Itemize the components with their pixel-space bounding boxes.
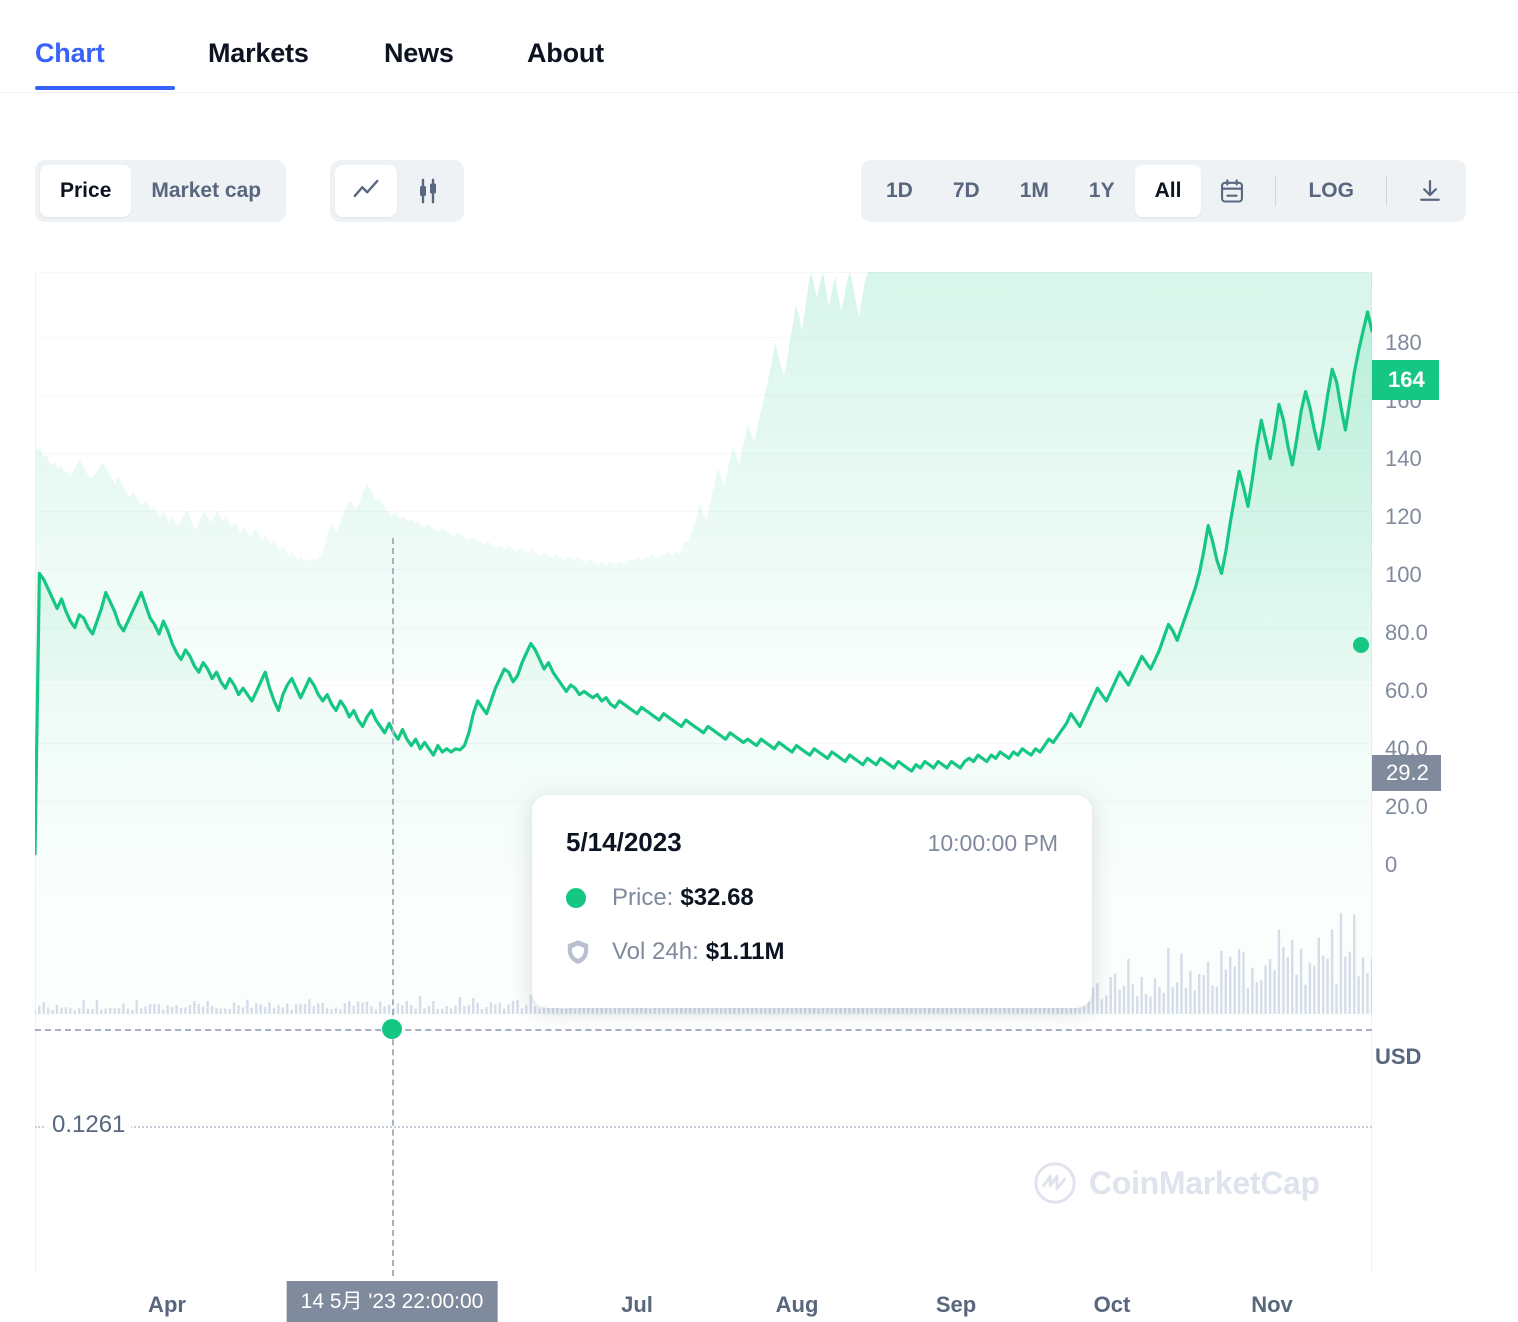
tooltip-volume-row: Vol 24h: $1.11M [566,938,1058,966]
crosshair-date-badge: 14 5月 '23 22:00:00 [286,1281,498,1322]
price-series-dot-icon [566,888,586,908]
ytick-0: 0 [1385,852,1398,877]
ytick-140: 140 [1385,446,1422,471]
min-price-line [35,1126,1372,1128]
tab-active-underline [35,86,175,90]
metric-toggle-group: Price Market cap [35,160,287,222]
xtick-sep: Sep [935,1292,977,1317]
ytick-20: 20.0 [1385,794,1428,819]
candlestick-chart-icon-button[interactable] [397,165,459,217]
chart-type-toggle-group [330,160,464,222]
download-icon [1416,177,1444,205]
price-chart[interactable]: 0.1261 CoinMarketCap Apr Jul Aug Sep Oct… [0,266,1518,1322]
tooltip-volume-label: Vol 24h: [612,938,699,965]
range-all-label: All [1154,179,1182,202]
chart-toolbar: Price Market cap 1D 7D 1M 1Y All LOG [0,160,1518,226]
ytick-180: 180 [1385,330,1422,355]
log-scale-label: LOG [1308,179,1354,202]
tooltip-price-label: Price: [612,884,674,911]
tab-markets[interactable]: Markets [208,0,324,69]
metric-option-market-cap-label: Market cap [151,179,262,202]
xtick-jul: Jul [621,1292,653,1317]
range-1y[interactable]: 1Y [1069,165,1135,217]
xtick-oct: Oct [1093,1292,1131,1317]
metric-option-market-cap[interactable]: Market cap [131,165,281,217]
y-axis: 180 160 140 120 100 80.0 60.0 40.0 20.0 … [1385,266,1518,886]
line-chart-icon [351,176,381,206]
min-price-label: 0.1261 [46,1111,132,1139]
range-1y-label: 1Y [1088,179,1115,202]
tab-chart-label: Chart [35,38,105,68]
candlestick-chart-icon [413,176,443,206]
ytick-120: 120 [1385,504,1422,529]
xtick-aug: Aug [775,1292,819,1317]
range-7d[interactable]: 7D [933,165,1000,217]
tab-chart[interactable]: Chart [35,0,175,90]
crosshair-horizontal-line [35,1029,1372,1031]
chart-tooltip: 5/14/2023 10:00:00 PM Price: $32.68 Vol … [532,795,1092,1008]
tab-markets-label: Markets [208,38,309,68]
range-toolbar-group: 1D 7D 1M 1Y All LOG [861,160,1466,222]
range-7d-label: 7D [952,179,980,202]
tab-bar: Chart Markets News About [0,0,1518,93]
tab-about-label: About [527,38,604,68]
download-button[interactable] [1399,165,1461,217]
toolbar-divider-1 [1275,176,1277,206]
crosshair-price-badge: 29.2 [1372,755,1441,791]
range-1m-label: 1M [1019,179,1049,202]
calendar-button[interactable] [1201,165,1263,217]
ytick-80: 80.0 [1385,620,1428,645]
line-chart-icon-button[interactable] [335,165,397,217]
xtick-nov: Nov [1251,1292,1293,1317]
currency-label: USD [1375,1044,1422,1069]
tooltip-price-value: $32.68 [680,884,754,911]
metric-option-price[interactable]: Price [40,165,132,217]
xtick-apr: Apr [148,1292,186,1317]
range-all[interactable]: All [1134,165,1202,217]
log-scale-button[interactable]: LOG [1288,165,1374,217]
range-1d[interactable]: 1D [866,165,933,217]
tab-news-label: News [384,38,454,68]
tooltip-header: 5/14/2023 10:00:00 PM [566,827,1058,858]
range-1d-label: 1D [886,179,913,202]
tooltip-price-row: Price: $32.68 [566,884,1058,912]
current-price-badge: 164 [1372,360,1439,400]
tab-news[interactable]: News [384,0,464,69]
last-price-marker [1353,637,1369,653]
crosshair-point-marker [382,1019,402,1039]
price-area-fill [36,272,1372,682]
tooltip-time: 10:00:00 PM [927,830,1058,856]
ytick-100: 100 [1385,562,1422,587]
metric-option-price-label: Price [60,179,112,202]
tab-about[interactable]: About [527,0,609,69]
ytick-60: 60.0 [1385,678,1428,703]
range-1m[interactable]: 1M [1000,165,1069,217]
calendar-icon [1218,177,1246,205]
toolbar-divider-2 [1385,176,1387,206]
tooltip-volume-value: $1.11M [705,938,785,965]
volume-shield-icon [566,939,590,965]
crosshair-vertical-line [392,538,394,1276]
tooltip-date: 5/14/2023 [566,827,682,857]
